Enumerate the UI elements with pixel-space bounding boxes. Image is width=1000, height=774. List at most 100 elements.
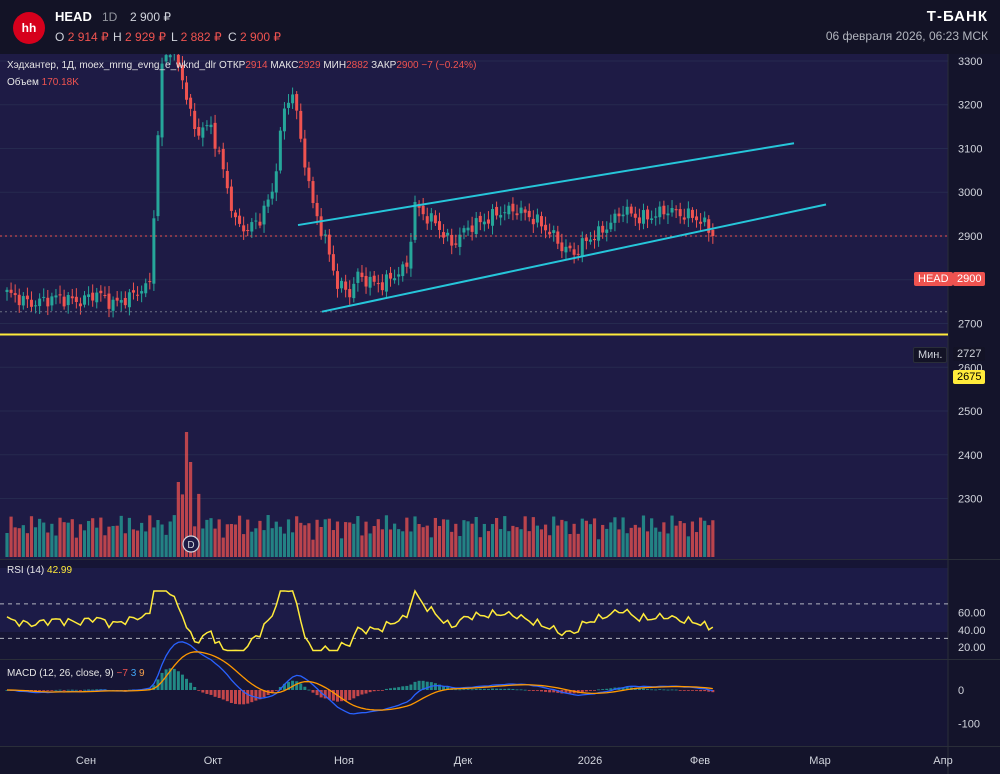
volume-bar [507, 531, 511, 557]
volume-bar [262, 530, 266, 557]
macd-histogram-bar [531, 690, 535, 691]
candle-body [17, 294, 21, 306]
macd-histogram-bar [233, 690, 237, 704]
price-tick-label: 3100 [958, 143, 982, 155]
candle-body [242, 225, 246, 232]
macd-histogram-bar [78, 690, 82, 691]
macd-histogram-bar [703, 690, 707, 692]
volume-bar [33, 527, 38, 557]
volume-bar [495, 517, 499, 557]
volume-bar [29, 516, 34, 557]
volume-bar [25, 533, 29, 557]
candle-body [637, 217, 641, 224]
candle-body [711, 229, 715, 236]
candle-body [658, 206, 662, 218]
candle-body [21, 296, 25, 306]
volume-bar [286, 519, 291, 557]
volume-bar [95, 527, 99, 557]
macd-histogram-bar [650, 689, 654, 691]
macd-histogram-bar [670, 689, 674, 691]
volume-bar [686, 536, 690, 557]
candle-body [152, 218, 156, 284]
main-legend[interactable]: Хэдхантер, 1Д, moex_mrng_evng_e_wknd_dlr… [7, 60, 476, 71]
volume-bar [637, 527, 641, 557]
candle-body [531, 218, 535, 225]
volume-bar [168, 521, 172, 557]
volume-bar [135, 530, 140, 557]
volume-bar [425, 525, 429, 557]
volume-bar [140, 522, 144, 557]
volume-bar [572, 523, 576, 557]
candle-body [470, 225, 474, 232]
macd-histogram-bar [295, 681, 299, 690]
macd-legend[interactable]: MACD (12, 26, close, 9) −7 3 9 [7, 668, 145, 679]
ticker-symbol[interactable]: HEAD [55, 9, 92, 24]
macd-histogram-bar [356, 690, 360, 697]
volume-bar [62, 522, 66, 557]
macd-histogram-bar [699, 690, 703, 692]
candle-body [495, 206, 499, 216]
candle-body [74, 296, 78, 302]
volume-bar [229, 524, 233, 557]
volume-bar [356, 516, 360, 557]
candle-body [185, 82, 189, 100]
volume-bar [54, 535, 58, 557]
volume-bar [588, 524, 593, 557]
macd-histogram-bar [507, 688, 511, 690]
macd-histogram-bar [62, 690, 66, 691]
volume-bar [699, 517, 703, 557]
rsi-band-fill [0, 568, 948, 632]
candle-body [103, 295, 107, 297]
volume-bar [82, 530, 87, 557]
macd-histogram-bar [646, 689, 650, 690]
volume-bar [327, 518, 331, 557]
macd-histogram-bar [213, 690, 217, 697]
macd-histogram-bar [372, 690, 376, 692]
volume-bar [401, 531, 405, 557]
candle-body [327, 234, 331, 255]
volume-bar [74, 537, 78, 557]
candle-body [119, 300, 123, 303]
volume-bar [323, 519, 327, 557]
volume-bar [560, 519, 564, 557]
chart-canvas[interactable]: 2300240025002600270028002900300031003200… [0, 54, 1000, 774]
candle-body [91, 292, 95, 301]
candle-body [380, 282, 384, 291]
volume-bar [58, 517, 62, 557]
dividend-marker[interactable]: D [182, 535, 200, 553]
macd-histogram-bar [50, 690, 54, 691]
volume-legend[interactable]: Объем 170.18K [7, 77, 79, 88]
candle-body [131, 290, 135, 293]
candle-body [503, 212, 507, 214]
macd-histogram-bar [197, 690, 201, 691]
volume-bar [539, 529, 544, 557]
volume-bar [621, 517, 625, 557]
candle-body [229, 186, 233, 211]
candle-body [107, 293, 111, 309]
timeframe[interactable]: 1D [102, 10, 117, 24]
candle-body [193, 110, 197, 130]
time-tick-label: Сен [76, 755, 96, 767]
rsi-tick-label: 60.00 [958, 608, 986, 620]
rsi-legend[interactable]: RSI (14) 42.99 [7, 565, 72, 576]
volume-bar [17, 528, 21, 557]
volume-bar [670, 515, 674, 557]
candle-body [46, 297, 50, 307]
macd-histogram-bar [397, 687, 401, 690]
volume-bar [421, 527, 425, 557]
macd-histogram-bar [548, 690, 552, 693]
macd-histogram-bar [83, 689, 87, 691]
macd-histogram-bar [515, 689, 519, 691]
volume-bar [78, 524, 83, 557]
volume-bar [388, 529, 393, 557]
candle-body [515, 213, 519, 216]
candle-body [572, 249, 576, 255]
macd-histogram-bar [176, 671, 180, 690]
candle-body [266, 199, 270, 207]
macd-histogram-bar [495, 688, 499, 690]
candle-body [588, 239, 592, 242]
candle-body [295, 94, 299, 111]
candle-body [425, 216, 429, 224]
volume-bar [450, 531, 454, 557]
brand-logo: Т-БАНК [926, 8, 988, 25]
